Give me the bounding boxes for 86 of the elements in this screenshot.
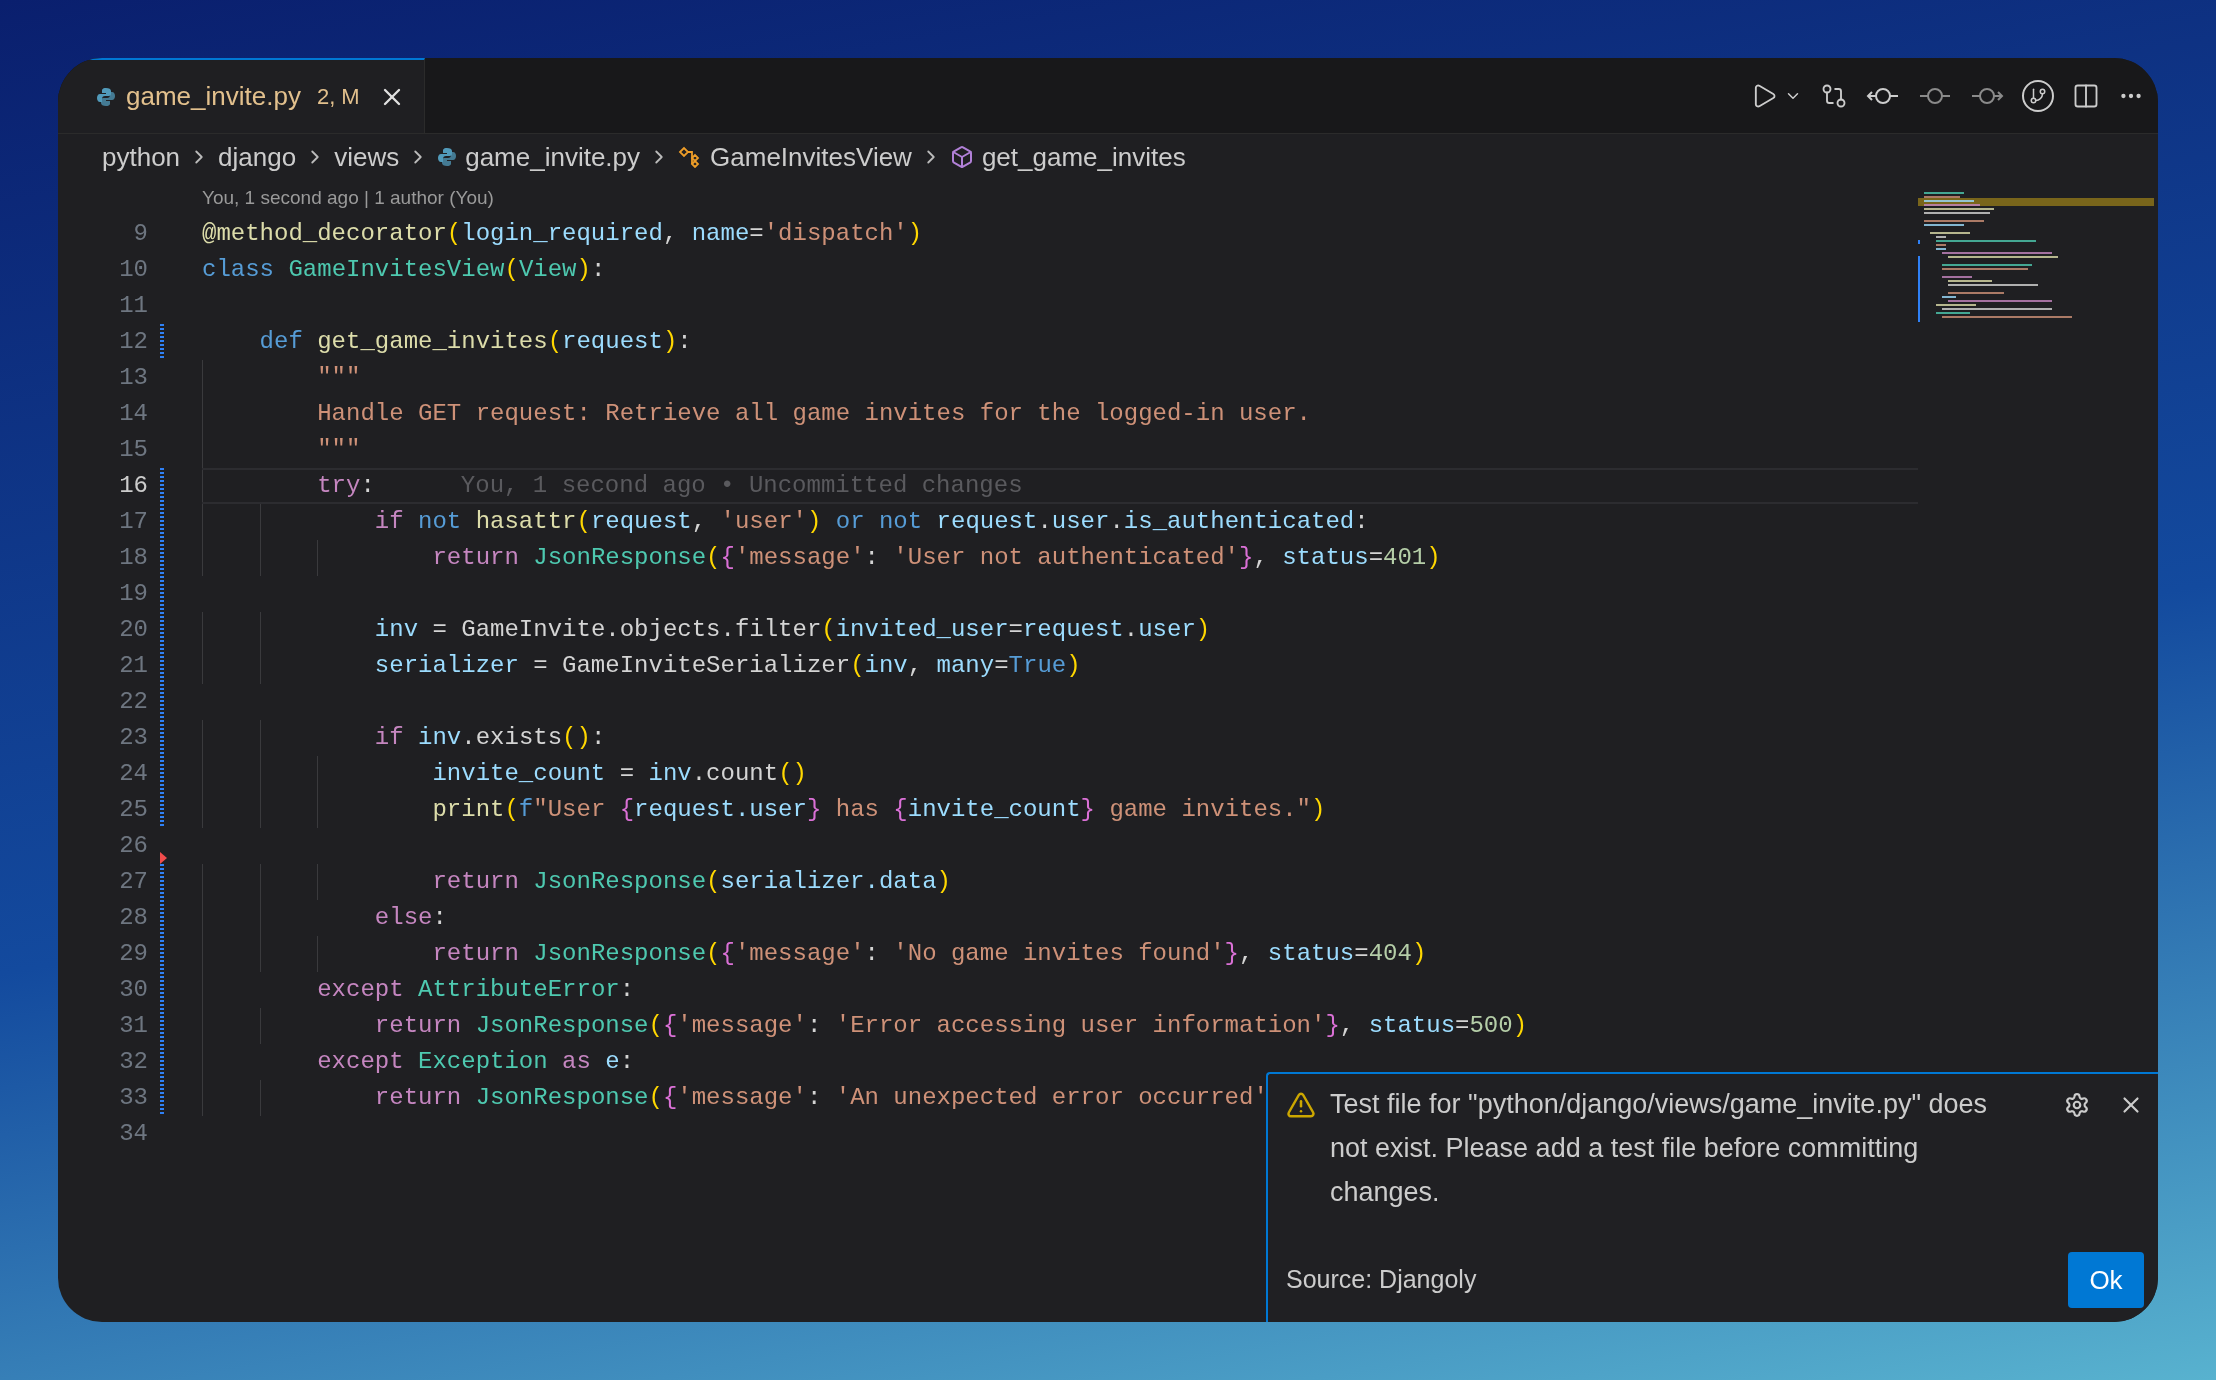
change-marker[interactable] — [160, 1044, 164, 1080]
line-number: 17 — [118, 507, 148, 537]
line-number: 14 — [118, 399, 148, 429]
line-number: 20 — [118, 615, 148, 645]
code-line: """ — [316, 363, 361, 393]
change-marker[interactable] — [160, 864, 164, 900]
breadcrumb-item[interactable]: python — [102, 137, 181, 177]
code-line: return JsonResponse(serializer.data) — [431, 867, 951, 897]
line-number: 24 — [118, 759, 148, 789]
line-number: 29 — [118, 939, 148, 969]
warning-icon — [1286, 1090, 1316, 1120]
code-line: except AttributeError: — [316, 975, 635, 1005]
change-marker[interactable] — [160, 468, 164, 504]
change-marker[interactable] — [160, 1080, 164, 1116]
change-marker[interactable] — [160, 756, 164, 792]
line-number: 13 — [118, 363, 148, 393]
code-line: @method_decorator(login_required, name='dispatch') — [202, 219, 923, 249]
change-marker[interactable] — [160, 648, 164, 684]
code-line: def get_game_invites(request): — [258, 327, 692, 357]
ok-button[interactable]: Ok — [2068, 1252, 2144, 1308]
line-number: 16 — [118, 471, 148, 501]
code-line: serializer = GameInviteSerializer(inv, many=True) — [373, 651, 1081, 681]
change-marker[interactable] — [160, 324, 164, 360]
code-line: Handle GET request: Retrieve all game invites for the logged-in user. — [316, 399, 1311, 429]
line-number: 12 — [118, 327, 148, 357]
notification-message: Test file for "python/django/views/game_invite.py" does not exist. Please add a test file before committing changes. — [1330, 1088, 1989, 1209]
tab-status: 2, M — [316, 83, 360, 111]
line-number: 25 — [118, 795, 148, 825]
code-line: return JsonResponse({'message': 'User not authenticated'}, status=401) — [431, 543, 1441, 573]
change-marker[interactable] — [160, 900, 164, 936]
code-line: print(f"User {request.user} has {invite_count} game invites.") — [431, 795, 1326, 825]
line-number: 19 — [118, 579, 148, 609]
code-lens[interactable]: You, 1 second ago | 1 author (You) — [58, 180, 1918, 216]
code-line: try: — [316, 471, 375, 501]
inline-blame: You, 1 second ago • Uncommitted changes — [460, 471, 1023, 501]
change-marker[interactable] — [160, 1008, 164, 1044]
python-file-icon — [437, 147, 458, 167]
code-line: return JsonResponse({'message': 'No game invites found'}, status=404) — [431, 939, 1427, 969]
change-marker[interactable] — [160, 972, 164, 1008]
change-marker[interactable] — [160, 936, 164, 972]
code-line: inv = GameInvite.objects.filter(invited_user=request.user) — [373, 615, 1211, 645]
breadcrumb-item[interactable]: views — [334, 137, 400, 177]
line-number: 32 — [118, 1047, 148, 1077]
code-line: if not hasattr(request, 'user') or not request.user.is_authenticated: — [373, 507, 1369, 537]
code-line: invite_count = inv.count() — [431, 759, 807, 789]
line-number: 26 — [118, 831, 148, 861]
code-line: return JsonResponse({'message': 'An unexpected error occurred' — [373, 1083, 1268, 1113]
breadcrumb-item[interactable]: get_game_invites — [981, 137, 1186, 177]
breadcrumb-item[interactable]: django — [218, 137, 297, 177]
line-number: 31 — [118, 1011, 148, 1041]
code-line: class GameInvitesView(View): — [202, 255, 606, 285]
code-line: return JsonResponse({'message': 'Error accessing user information'}, status=500) — [373, 1011, 1528, 1041]
settings-icon[interactable] — [2064, 1092, 2090, 1118]
change-marker[interactable] — [160, 504, 164, 540]
line-number: 33 — [118, 1083, 148, 1113]
code-line: if inv.exists(): — [373, 723, 606, 753]
line-number: 10 — [118, 255, 148, 285]
change-marker[interactable] — [160, 540, 164, 576]
line-number: 22 — [118, 687, 148, 717]
line-number: 9 — [132, 219, 148, 249]
code-line: else: — [373, 903, 447, 933]
line-number: 21 — [118, 651, 148, 681]
line-number: 23 — [118, 723, 148, 753]
change-marker[interactable] — [160, 792, 164, 828]
line-number: 34 — [118, 1119, 148, 1149]
line-number: 18 — [118, 543, 148, 573]
line-number: 28 — [118, 903, 148, 933]
breadcrumb-item[interactable]: game_invite.py — [465, 137, 641, 177]
change-marker[interactable] — [160, 720, 164, 756]
change-marker[interactable] — [160, 684, 164, 720]
python-file-icon — [96, 86, 116, 107]
code-line: except Exception as e: — [316, 1047, 635, 1077]
line-number: 11 — [118, 291, 148, 321]
change-marker[interactable] — [160, 612, 164, 648]
change-marker[interactable] — [160, 576, 164, 612]
tab-title: game_invite.py — [126, 80, 301, 113]
line-number: 27 — [118, 867, 148, 897]
deleted-lines-marker[interactable] — [160, 852, 167, 864]
code-line: """ — [316, 435, 361, 465]
breadcrumb-item[interactable]: GameInvitesView — [710, 137, 912, 177]
line-number: 30 — [118, 975, 148, 1005]
notification-source: Source: Djangoly — [1286, 1264, 1477, 1296]
line-number: 15 — [118, 435, 148, 465]
cube-icon — [949, 145, 974, 169]
branch-icon[interactable] — [2022, 79, 2054, 112]
editor-tab[interactable]: game_invite.py 2, M — [58, 58, 425, 133]
